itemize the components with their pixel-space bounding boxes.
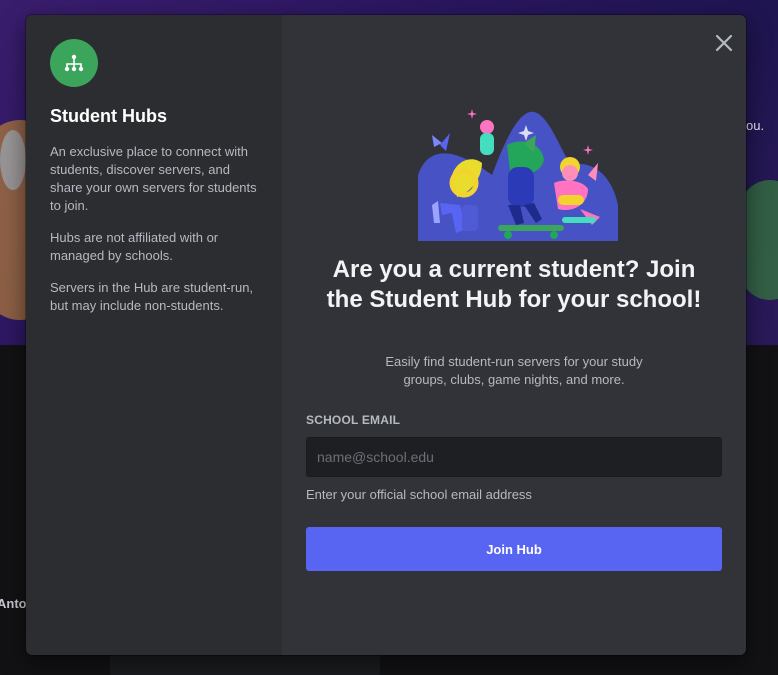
modal-main: Are you a current student? Join the Stud… xyxy=(282,15,746,655)
school-email-input[interactable] xyxy=(306,437,722,477)
modal-headline: Are you a current student? Join the Stud… xyxy=(326,256,702,313)
hub-network-icon xyxy=(50,39,98,87)
close-icon xyxy=(715,34,733,52)
modal-sidebar: Student Hubs An exclusive place to conne… xyxy=(26,15,282,655)
school-email-helper: Enter your official school email address xyxy=(306,487,532,502)
students-celebrating-illustration xyxy=(418,109,618,241)
sidebar-disclaimer: Hubs are not affiliated with or managed … xyxy=(50,230,219,263)
sidebar-title: Student Hubs xyxy=(50,106,167,126)
background-text-fragment: Anto xyxy=(0,596,27,611)
background-illustration xyxy=(0,130,26,190)
sidebar-note: Servers in the Hub are student-run, but … xyxy=(50,280,254,313)
sidebar-description: An exclusive place to connect with stude… xyxy=(50,144,257,213)
student-hub-modal: Student Hubs An exclusive place to conne… xyxy=(26,15,746,655)
join-hub-button[interactable]: Join Hub xyxy=(306,527,722,571)
modal-subtext: Easily find student-run servers for your… xyxy=(385,354,643,387)
school-email-label: SCHOOL EMAIL xyxy=(306,413,401,427)
background-text-fragment: ou. xyxy=(746,118,765,133)
close-button[interactable] xyxy=(712,31,736,55)
